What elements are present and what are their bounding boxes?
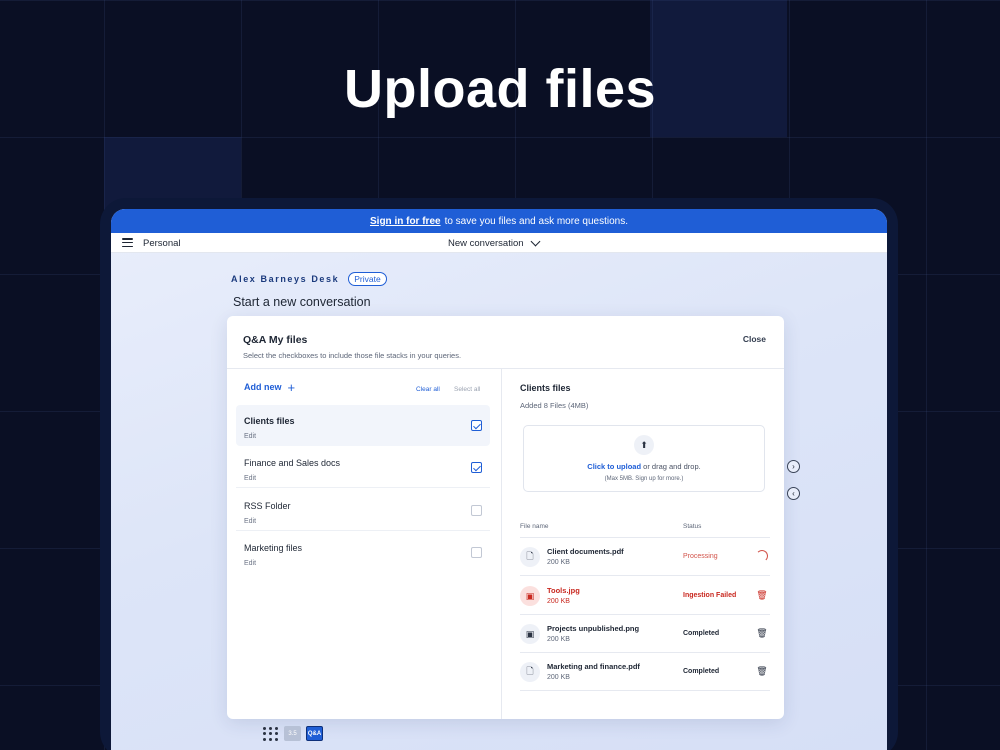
chevron-right-icon[interactable]: ›	[787, 460, 800, 473]
table-row: 🗋 Client documents.pdf 200 KB Processing	[520, 538, 770, 576]
folder-checkbox[interactable]	[471, 547, 482, 558]
folder-pane: Add new + Clear all Select all Clients f…	[227, 369, 501, 719]
table-row: 🗋 Marketing and finance.pdf 200 KB Compl…	[520, 653, 770, 691]
file-status: Ingestion Failed	[683, 592, 737, 599]
hero-title: Upload files	[343, 59, 657, 119]
folder-item-clients-files[interactable]: Clients files Edit	[236, 405, 490, 446]
trash-icon[interactable]: 🗑	[756, 665, 768, 677]
upload-dropzone[interactable]: ⬆ Click to upload or drag and drop. (Max…	[523, 425, 765, 492]
table-row: ▣ Projects unpublished.png 200 KB Comple…	[520, 615, 770, 653]
desk-name: Alex Barneys Desk	[231, 274, 340, 284]
document-icon: 🗋	[520, 662, 540, 682]
file-name: Tools.jpg	[547, 586, 580, 595]
column-header-file-name: File name	[520, 523, 549, 530]
add-new-button[interactable]: Add new +	[244, 379, 296, 395]
file-size: 200 KB	[547, 636, 570, 643]
file-size: 200 KB	[547, 559, 570, 566]
modal-subtitle: Select the checkboxes to include those f…	[243, 351, 462, 360]
folder-edit-link[interactable]: Edit	[244, 475, 256, 482]
modal-title: Q&A My files	[243, 334, 308, 346]
folder-name: Marketing files	[244, 543, 303, 553]
folder-name: RSS Folder	[244, 501, 291, 511]
select-all-button[interactable]: Select all	[454, 386, 480, 393]
file-status: Completed	[683, 630, 720, 637]
folder-item-rss[interactable]: RSS Folder Edit	[236, 490, 490, 531]
folder-edit-link[interactable]: Edit	[244, 560, 256, 567]
app-screen: Sign in for free to save you files and a…	[111, 209, 887, 750]
chevron-down-icon	[530, 236, 540, 247]
image-icon: ▣	[520, 586, 540, 606]
column-header-status: Status	[683, 523, 702, 530]
page-title: Start a new conversation	[233, 295, 371, 309]
folder-checkbox[interactable]	[471, 420, 482, 431]
image-icon: ▣	[520, 624, 540, 644]
detail-summary: Added 8 Files (4MB)	[520, 401, 589, 410]
folder-edit-link[interactable]: Edit	[244, 518, 256, 525]
signin-banner: Sign in for free to save you files and a…	[111, 209, 887, 233]
top-bar: Personal New conversation	[111, 233, 887, 253]
click-to-upload-link[interactable]: Click to upload	[587, 462, 641, 471]
bottom-dock: 3.5 Q&A	[263, 726, 323, 741]
menu-icon[interactable]	[122, 238, 133, 247]
qa-button[interactable]: Q&A	[306, 726, 323, 741]
file-name: Marketing and finance.pdf	[547, 662, 640, 671]
loading-spinner-icon	[756, 550, 768, 562]
signin-link[interactable]: Sign in for free	[370, 216, 441, 227]
plus-icon: +	[287, 379, 296, 395]
close-button[interactable]: Close	[743, 334, 766, 344]
file-status: Processing	[683, 553, 718, 560]
apps-grid-icon[interactable]	[263, 726, 279, 741]
folder-name: Finance and Sales docs	[244, 458, 341, 468]
banner-text: to save you files and ask more questions…	[444, 215, 628, 227]
conversation-label: New conversation	[448, 238, 524, 249]
folder-checkbox[interactable]	[471, 462, 482, 473]
upload-hint: (Max 5MB. Sign up for more.)	[604, 476, 684, 482]
folder-detail-pane: Clients files Added 8 Files (4MB) ⬆ Clic…	[501, 369, 784, 719]
folder-edit-link[interactable]: Edit	[244, 433, 256, 440]
private-badge: Private	[348, 272, 387, 286]
file-name: Client documents.pdf	[547, 547, 624, 556]
detail-title: Clients files	[520, 383, 571, 393]
file-size: 200 KB	[547, 674, 570, 681]
files-modal: Q&A My files Select the checkboxes to in…	[227, 316, 784, 719]
version-button[interactable]: 3.5	[284, 726, 301, 741]
document-icon: 🗋	[520, 547, 540, 567]
file-name: Projects unpublished.png	[547, 624, 640, 633]
folder-item-marketing[interactable]: Marketing files Edit	[236, 532, 490, 573]
table-row: ▣ Tools.jpg 200 KB Ingestion Failed 🗑	[520, 577, 770, 615]
modal-header: Q&A My files Select the checkboxes to in…	[243, 334, 768, 360]
clear-all-button[interactable]: Clear all	[416, 386, 440, 393]
upload-cloud-icon: ⬆	[634, 435, 654, 455]
workspace-label[interactable]: Personal	[143, 238, 181, 249]
folder-checkbox[interactable]	[471, 505, 482, 516]
desk-header: Alex Barneys Desk Private	[231, 272, 387, 286]
add-new-label: Add new	[244, 382, 282, 392]
upload-text: or drag and drop.	[643, 462, 701, 471]
file-status: Completed	[683, 668, 720, 675]
upload-instructions: Click to upload or drag and drop.	[524, 462, 764, 471]
trash-icon[interactable]: 🗑	[756, 627, 768, 639]
file-size: 200 KB	[547, 598, 570, 605]
folder-name: Clients files	[244, 416, 295, 426]
conversation-selector[interactable]: New conversation	[448, 236, 540, 249]
folder-item-finance-sales[interactable]: Finance and Sales docs Edit	[236, 447, 490, 488]
chevron-left-icon[interactable]: ‹	[787, 487, 800, 500]
trash-icon[interactable]: 🗑	[756, 589, 768, 601]
